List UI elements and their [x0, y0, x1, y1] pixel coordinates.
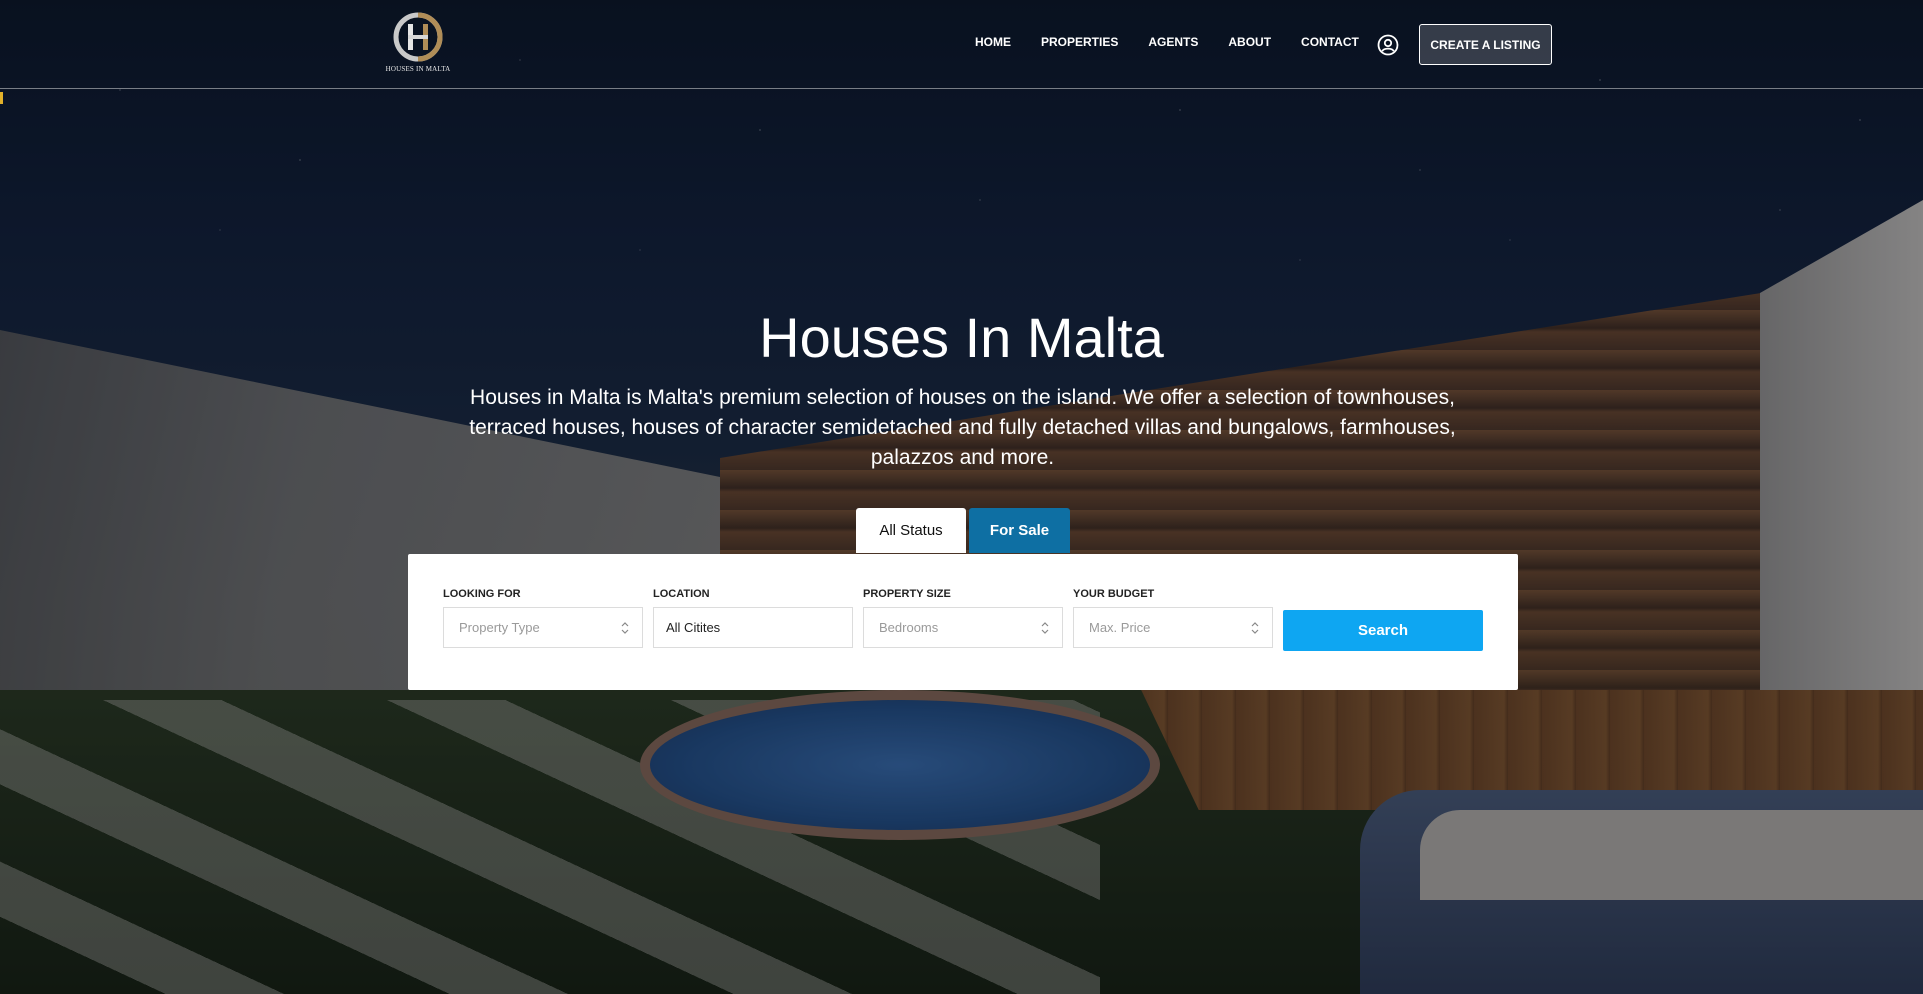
location-input[interactable]: All Citites [653, 607, 853, 648]
chevron-updown-icon [621, 622, 629, 634]
max-price-select[interactable]: Max. Price [1073, 607, 1273, 648]
chevron-updown-icon [1251, 622, 1259, 634]
nav-home[interactable]: HOME [975, 35, 1011, 49]
location-field: LOCATION All Citites [653, 588, 853, 648]
hero-title: Houses In Malta [759, 306, 1164, 369]
property-type-select[interactable]: Property Type [443, 607, 643, 648]
bedrooms-select[interactable]: Bedrooms [863, 607, 1063, 648]
logo-mark-icon [393, 12, 443, 62]
site-logo[interactable]: HOUSES IN MALTA [383, 10, 453, 76]
logo-text: HOUSES IN MALTA [385, 65, 451, 73]
nav-about[interactable]: ABOUT [1228, 35, 1271, 49]
scroll-marker [0, 92, 3, 104]
main-nav: HOME PROPERTIES AGENTS ABOUT CONTACT [975, 35, 1389, 49]
search-panel: LOOKING FOR Property Type LOCATION All C… [408, 554, 1518, 690]
property-size-field: PROPERTY SIZE Bedrooms [863, 588, 1063, 648]
status-tabs: All Status For Sale [856, 508, 1070, 553]
user-circle-icon[interactable] [1377, 34, 1399, 56]
chevron-updown-icon [1041, 622, 1049, 634]
property-type-placeholder: Property Type [459, 620, 540, 635]
location-value: All Citites [666, 620, 721, 635]
tab-for-sale[interactable]: For Sale [969, 508, 1070, 553]
looking-for-label: LOOKING FOR [443, 588, 521, 600]
budget-label: YOUR BUDGET [1073, 588, 1155, 600]
tab-all-status[interactable]: All Status [856, 508, 966, 553]
site-header: HOUSES IN MALTA HOME PROPERTIES AGENTS A… [0, 0, 1923, 89]
hero-subtitle: Houses in Malta is Malta's premium selec… [469, 386, 1456, 469]
nav-properties[interactable]: PROPERTIES [1041, 35, 1118, 49]
location-label: LOCATION [653, 588, 710, 600]
nav-agents[interactable]: AGENTS [1148, 35, 1198, 49]
hero-overlay [0, 0, 1923, 994]
search-button[interactable]: Search [1283, 610, 1483, 651]
max-price-placeholder: Max. Price [1089, 620, 1151, 635]
budget-field: YOUR BUDGET Max. Price [1073, 588, 1273, 648]
nav-contact[interactable]: CONTACT [1301, 35, 1359, 49]
create-listing-button[interactable]: CREATE A LISTING [1419, 24, 1552, 65]
looking-for-field: LOOKING FOR Property Type [443, 588, 643, 648]
property-size-label: PROPERTY SIZE [863, 588, 951, 600]
bedrooms-placeholder: Bedrooms [879, 620, 939, 635]
hero-background [0, 0, 1923, 994]
